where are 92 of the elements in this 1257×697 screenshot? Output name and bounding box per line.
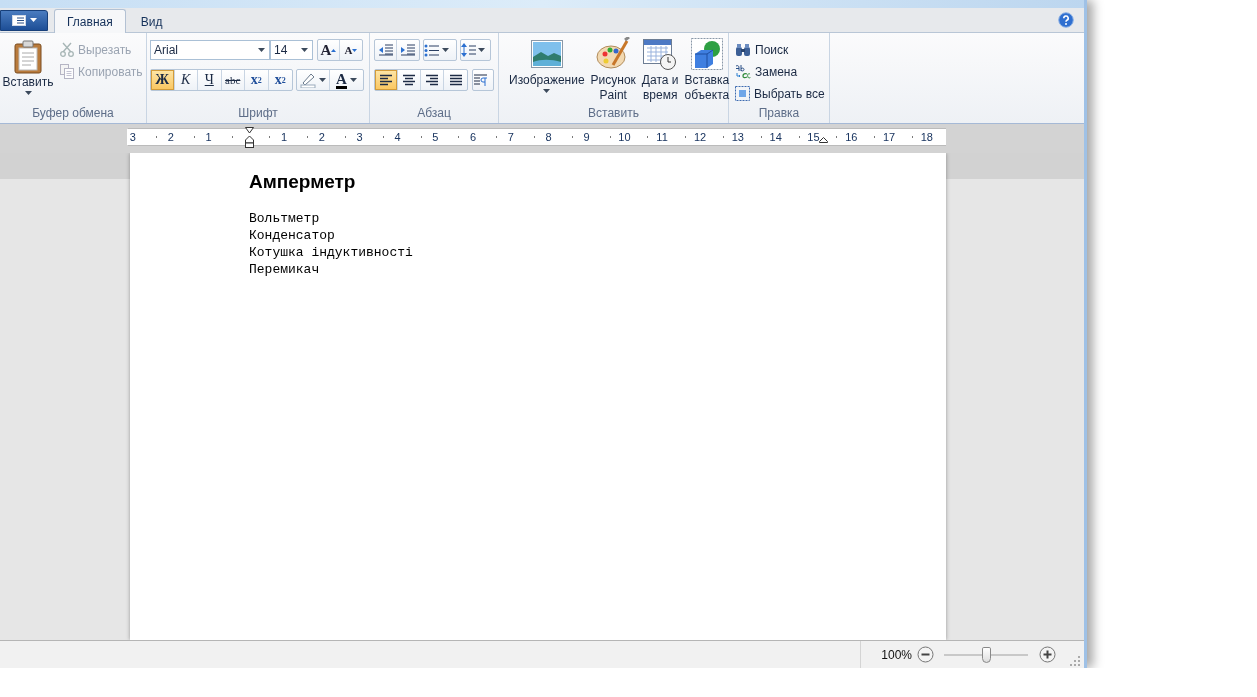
ruler-number: 2 [167, 131, 174, 143]
indent-marker-icon[interactable] [245, 127, 254, 148]
group-label: Вставить [588, 105, 639, 122]
highlight-button[interactable] [297, 70, 330, 90]
calendar-clock-icon [643, 38, 678, 70]
group-label: Абзац [417, 105, 451, 122]
up-arrow-icon [331, 48, 337, 52]
align-center-icon [402, 73, 416, 87]
highlighter-pen-icon [300, 72, 316, 88]
paragraph-icon [473, 73, 488, 87]
decrease-indent-icon [377, 43, 394, 57]
help-icon[interactable] [1058, 12, 1074, 28]
document-line: Конденсатор [249, 227, 336, 244]
bullet-list-icon [424, 43, 439, 57]
paste-button[interactable]: Вставить [3, 39, 53, 105]
ruler-number: 18 [920, 131, 933, 143]
align-left-button[interactable] [375, 70, 398, 90]
increase-indent-icon [400, 43, 416, 57]
ruler-number: 11 [656, 131, 668, 143]
ruler-number: 14 [769, 131, 782, 143]
document-icon [11, 14, 26, 26]
zoom-slider-thumb[interactable] [982, 646, 991, 663]
document-line: Вольтметр [249, 210, 321, 227]
group-label: Буфер обмена [32, 105, 114, 122]
paint-palette-icon [596, 37, 631, 71]
ruler-number: 3 [356, 131, 363, 143]
replace-button[interactable]: Замена [732, 61, 828, 82]
bold-button[interactable]: Ж [151, 70, 175, 90]
insert-paint-button[interactable]: Рисунок Paint [587, 35, 639, 105]
right-indent-marker-icon[interactable] [819, 137, 828, 143]
ruler-number: 8 [545, 131, 552, 143]
ruler-number: 4 [394, 131, 401, 143]
strike-button[interactable]: abc [221, 70, 245, 90]
document-line: Котушка індуктивності [249, 244, 414, 261]
caret-icon [442, 48, 449, 52]
ruler-number: 12 [693, 131, 707, 143]
zoom-in-icon[interactable] [1039, 646, 1056, 663]
caret-icon [29, 18, 37, 22]
document-line: Перемикач [249, 261, 321, 278]
copy-icon [60, 64, 74, 79]
landscape-picture-icon [530, 40, 563, 68]
caret-icon [478, 48, 485, 52]
caret-icon [258, 48, 265, 52]
down-arrow-icon [352, 48, 358, 52]
ruler-number: 17 [882, 131, 896, 143]
scissors-icon [60, 42, 74, 57]
line-spacing-icon [461, 43, 476, 57]
ruler-number: 10 [618, 131, 631, 143]
ruler-number: 7 [507, 131, 514, 143]
align-left-icon [379, 73, 393, 87]
align-justify-icon [448, 73, 463, 87]
zoom-level: 100% [881, 647, 912, 662]
caret-icon [319, 78, 326, 82]
italic-button[interactable]: К [174, 70, 198, 90]
underline-button[interactable]: Ч [198, 70, 222, 90]
group-label: Шрифт [238, 105, 278, 122]
caret-icon [301, 48, 308, 52]
caret-icon [24, 91, 32, 95]
clipboard-icon [13, 40, 43, 74]
insert-picture-button[interactable]: Изображение [506, 35, 588, 105]
ribbon-tab[interactable]: Главная [54, 9, 126, 33]
caret-icon [349, 78, 357, 82]
ruler-number: 3 [129, 131, 136, 143]
font-color-button[interactable]: A [330, 70, 363, 90]
ruler-number: 9 [583, 131, 590, 143]
select-all-button[interactable]: Выбрать все [732, 83, 828, 104]
insert-datetime-button[interactable]: Дата и время [638, 35, 682, 105]
zoom-out-icon[interactable] [917, 646, 934, 663]
ruler-number: 1 [205, 131, 212, 143]
ribbon-tab[interactable]: Вид [127, 10, 176, 33]
ruler-number: 16 [845, 131, 858, 143]
ruler-number: 1 [281, 131, 288, 143]
insert-object-button[interactable]: Вставка объекта [681, 35, 733, 105]
font-size-dropdown[interactable]: 14 [270, 40, 313, 60]
select-all-icon [735, 86, 750, 101]
replace-icon [735, 63, 751, 80]
line-spacing-button[interactable] [460, 39, 491, 61]
app-menu-button[interactable] [0, 9, 48, 31]
ruler-number: 13 [731, 131, 744, 143]
font-name-dropdown[interactable]: Arial [150, 40, 270, 60]
grow-font-button[interactable]: A [318, 40, 340, 60]
binoculars-icon [735, 42, 751, 57]
shrink-font-button[interactable]: A [340, 40, 362, 60]
paragraph-button[interactable] [472, 69, 494, 91]
align-right-icon [425, 73, 439, 87]
group-label: Правка [758, 105, 800, 122]
list-button[interactable] [423, 39, 457, 61]
ruler-number: 6 [470, 131, 477, 143]
ruler-number: 5 [432, 131, 439, 143]
ruler-number: 2 [318, 131, 325, 143]
document-heading: Амперметр [249, 171, 357, 193]
find-button[interactable]: Поиск [732, 39, 828, 60]
